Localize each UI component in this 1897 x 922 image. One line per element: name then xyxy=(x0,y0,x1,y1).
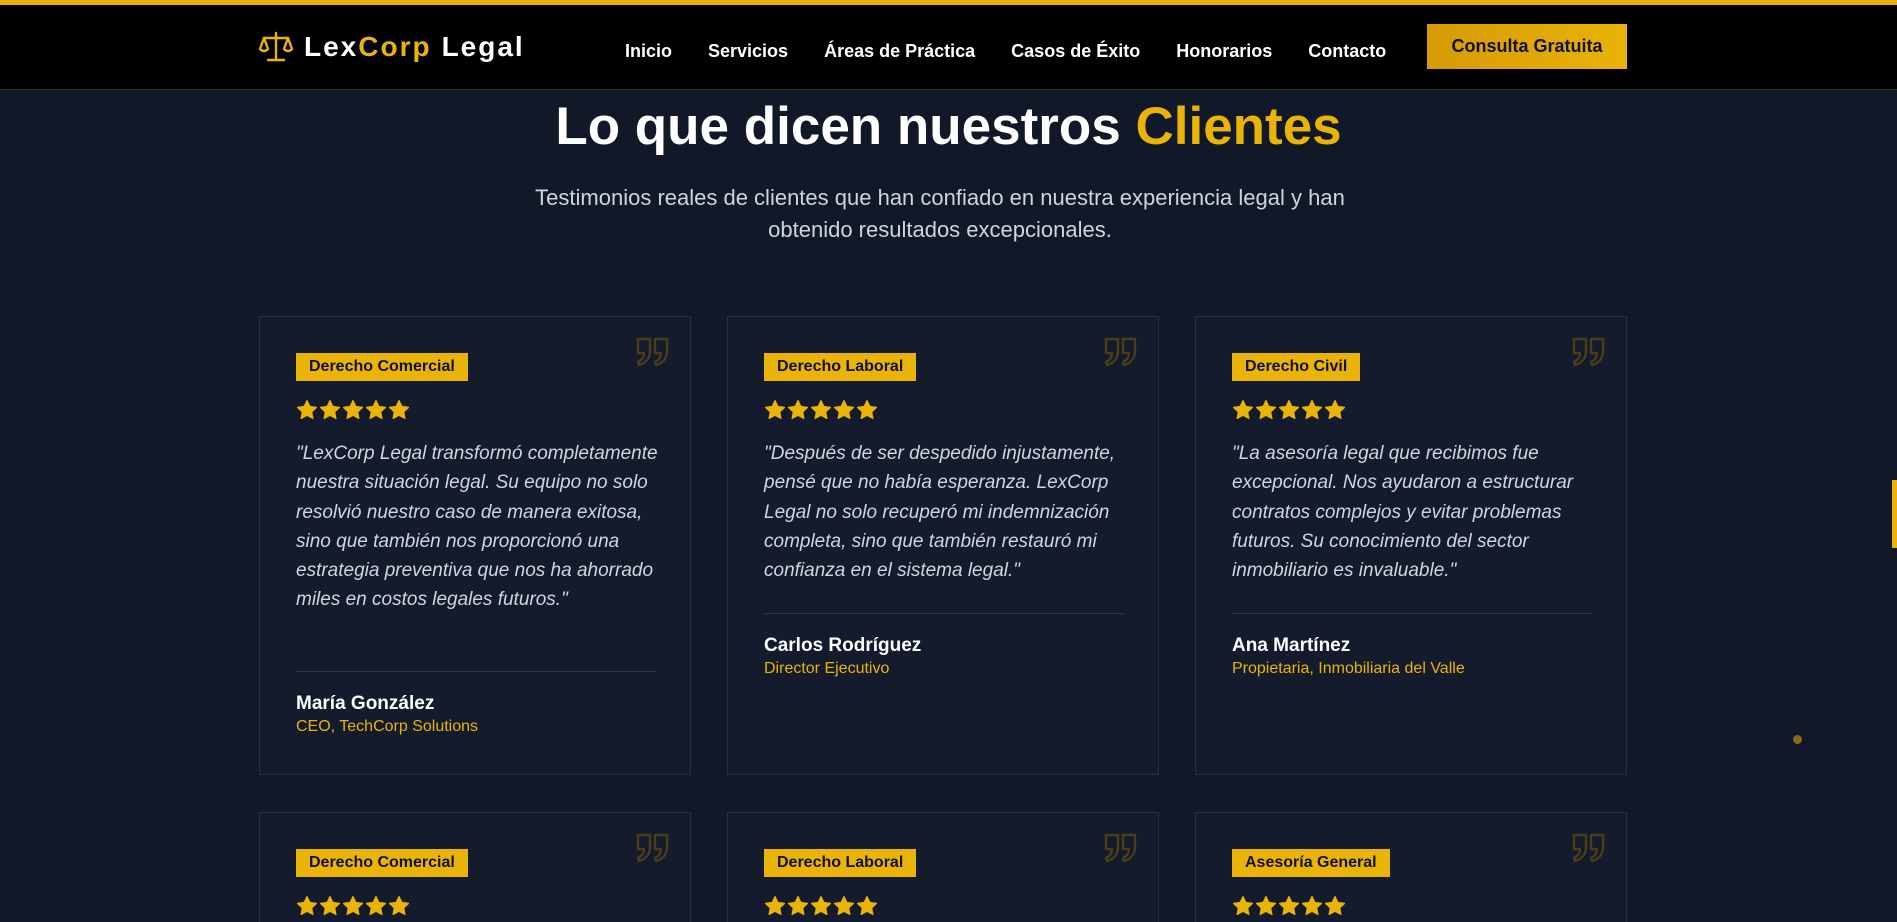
nav-servicios[interactable]: Servicios xyxy=(708,39,788,63)
section-subtitle: Testimonios reales de clientes que han c… xyxy=(535,185,1345,242)
quote-mark-icon xyxy=(1572,335,1606,367)
testimonial-quote: "La asesoría legal que recibimos fue exc… xyxy=(1232,443,1574,582)
floating-dot xyxy=(1793,735,1802,744)
star-icon xyxy=(856,399,878,421)
author-name: Carlos Rodríguez xyxy=(764,635,922,656)
divider xyxy=(1232,613,1592,614)
star-rating xyxy=(764,399,878,421)
star-icon xyxy=(810,399,832,421)
star-rating xyxy=(1232,399,1346,421)
star-icon xyxy=(388,895,410,917)
category-badge: Derecho Comercial xyxy=(296,849,468,877)
star-icon xyxy=(342,895,364,917)
star-rating xyxy=(296,895,410,917)
nav-inicio[interactable]: Inicio xyxy=(625,39,672,63)
quote-mark-icon xyxy=(1104,831,1138,863)
section-title: Lo que dicen nuestros Clientes xyxy=(555,97,1342,156)
star-icon xyxy=(388,399,410,421)
category-badge: Derecho Laboral xyxy=(764,353,917,381)
nav-casos-de-exito[interactable]: Casos de Éxito xyxy=(1011,39,1140,63)
star-icon xyxy=(1232,399,1254,421)
star-icon xyxy=(1278,399,1300,421)
star-icon xyxy=(1301,399,1323,421)
divider xyxy=(296,671,656,672)
testimonial-quote: "Después de ser despedido injustamente, … xyxy=(764,443,1116,582)
author-name: Ana Martínez xyxy=(1232,635,1351,656)
star-icon xyxy=(810,895,832,917)
testimonial-card: Asesoría General xyxy=(1195,812,1627,922)
star-rating xyxy=(296,399,410,421)
testimonial-card: Derecho Comercial "LexCorp Legal transfo… xyxy=(259,316,691,775)
scales-of-justice-icon xyxy=(258,29,294,65)
brand-name: LexCorp Legal xyxy=(304,31,525,62)
star-icon xyxy=(1324,895,1346,917)
brand-logo[interactable]: LexCorp Legal xyxy=(258,29,525,65)
star-icon xyxy=(296,399,318,421)
nav-contacto[interactable]: Contacto xyxy=(1308,39,1386,63)
star-icon xyxy=(787,399,809,421)
star-icon xyxy=(1255,895,1277,917)
divider xyxy=(764,613,1124,614)
star-icon xyxy=(365,399,387,421)
star-icon xyxy=(764,399,786,421)
star-icon xyxy=(787,895,809,917)
testimonial-card: Derecho Comercial xyxy=(259,812,691,922)
star-icon xyxy=(319,895,341,917)
consulta-gratuita-button[interactable]: Consulta Gratuita xyxy=(1427,24,1627,69)
testimonial-card: Derecho Civil "La asesoría legal que rec… xyxy=(1195,316,1627,775)
star-icon xyxy=(1324,399,1346,421)
star-icon xyxy=(1255,399,1277,421)
category-badge: Asesoría General xyxy=(1232,849,1390,877)
site-header: LexCorp Legal Inicio Servicios Áreas de P… xyxy=(0,5,1897,90)
main-nav: Inicio Servicios Áreas de Práctica Casos… xyxy=(625,39,1422,63)
star-rating xyxy=(764,895,878,917)
quote-mark-icon xyxy=(1104,335,1138,367)
category-badge: Derecho Comercial xyxy=(296,353,468,381)
star-icon xyxy=(1278,895,1300,917)
quote-mark-icon xyxy=(636,831,670,863)
star-icon xyxy=(764,895,786,917)
testimonial-card: Derecho Laboral xyxy=(727,812,1159,922)
nav-honorarios[interactable]: Honorarios xyxy=(1176,39,1272,63)
quote-mark-icon xyxy=(636,335,670,367)
author-role: Propietaria, Inmobiliaria del Valle xyxy=(1232,660,1465,677)
star-icon xyxy=(1232,895,1254,917)
author-name: María González xyxy=(296,693,435,714)
star-icon xyxy=(296,895,318,917)
category-badge: Derecho Civil xyxy=(1232,353,1361,381)
star-icon xyxy=(365,895,387,917)
author-role: Director Ejecutivo xyxy=(764,660,890,677)
star-icon xyxy=(319,399,341,421)
category-badge: Derecho Laboral xyxy=(764,849,917,877)
scrollbar-thumb[interactable] xyxy=(1892,480,1897,548)
testimonial-card: Derecho Laboral "Después de ser despedid… xyxy=(727,316,1159,775)
nav-areas-de-practica[interactable]: Áreas de Práctica xyxy=(824,39,975,63)
star-rating xyxy=(1232,895,1346,917)
quote-mark-icon xyxy=(1572,831,1606,863)
star-icon xyxy=(1301,895,1323,917)
author-role: CEO, TechCorp Solutions xyxy=(296,718,479,735)
star-icon xyxy=(833,895,855,917)
star-icon xyxy=(856,895,878,917)
star-icon xyxy=(342,399,364,421)
star-icon xyxy=(833,399,855,421)
testimonial-quote: "LexCorp Legal transformó completamente … xyxy=(296,443,658,611)
